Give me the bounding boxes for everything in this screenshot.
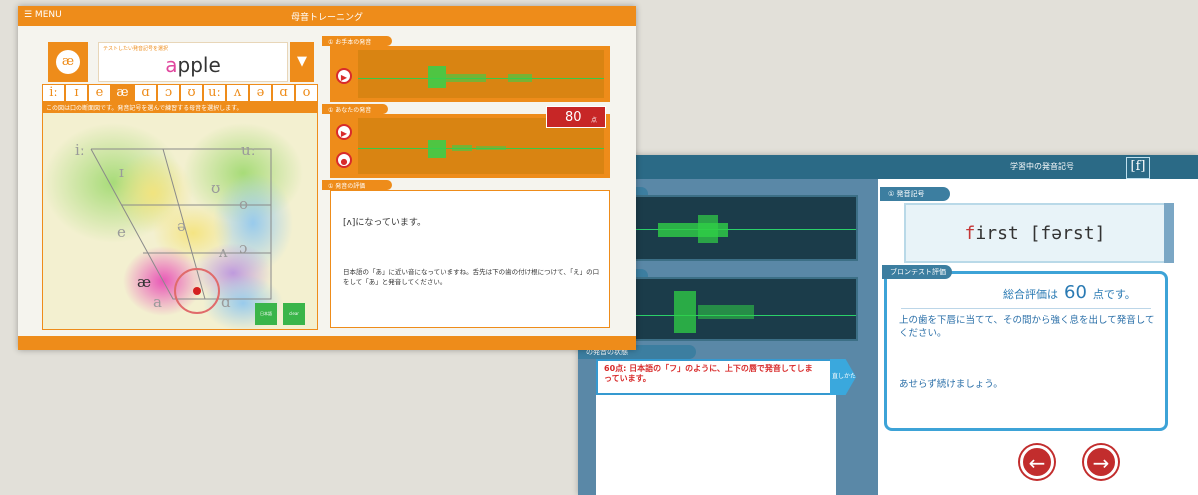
evaluation-box: 総合評価は 60 点です。 上の歯を下唇に当てて、その間から強く息を出して発音してく… <box>884 271 1168 431</box>
eval-section-header: ① 発音の評価 <box>322 180 392 190</box>
vowel-button[interactable]: ɪ <box>65 84 88 102</box>
overall-score: 総合評価は 60 点です。 <box>1003 282 1136 303</box>
status-feedback: 60点: 日本語の「フ」のように、上下の唇で発音してしまっています。 <box>596 359 834 395</box>
apple-icon: æ <box>48 42 88 82</box>
ipa-label: o <box>239 195 249 213</box>
ipa-label: ɔ <box>239 239 248 257</box>
vowel-button[interactable]: ɔ <box>157 84 180 102</box>
vowel-button[interactable]: uː <box>203 84 226 102</box>
footer-bar <box>18 336 636 350</box>
vowel-button[interactable]: e <box>88 84 111 102</box>
arrow-right-icon: → <box>1092 451 1110 475</box>
ipa-label: uː <box>241 141 256 159</box>
play-icon: ▶ <box>340 129 348 138</box>
eval-result: [ʌ]になっています。 <box>343 218 426 228</box>
page-title: 母音トレーニング <box>290 13 363 23</box>
model-waveform <box>358 50 604 98</box>
top-bar: 学習中の発音記号 [f] <box>578 155 1198 179</box>
vowel-button[interactable]: ʌ <box>226 84 249 102</box>
play-icon: ▶ <box>340 73 348 82</box>
vowel-button[interactable]: ʊ <box>180 84 203 102</box>
japanese-button[interactable]: 日本語 <box>255 303 277 325</box>
ipa-label: æ <box>137 273 152 291</box>
word-display: テストしたい発音記号を選択 apple <box>98 42 288 82</box>
current-symbol-label: 学習中の発音記号 <box>1010 162 1074 171</box>
vowel-button-selected[interactable]: æ <box>111 84 134 102</box>
vowel-button[interactable]: ɑ <box>272 84 295 102</box>
arrow-left-icon: ← <box>1028 451 1046 475</box>
word-sidebar <box>1164 203 1174 263</box>
ipa-label: ɪ <box>119 163 124 181</box>
play-model-button[interactable]: ▶ <box>336 68 352 84</box>
ipa-label: iː <box>75 141 85 159</box>
score-badge: 80 点 <box>546 106 606 128</box>
eval-detail: 日本語の「あ」に近い音になっていますね。舌先は下の歯の付け根につけて、「え」の口… <box>343 268 600 286</box>
vowel-button[interactable]: ə <box>249 84 272 102</box>
model-panel: ▶ <box>330 46 610 102</box>
consonant-training-screen: 学習中の発音記号 [f] 音 音 の発音の状態 60点: 日本語の「フ」のように… <box>578 155 1198 495</box>
chart-caption: この図は口の断面図です。発音記号を選んで練習する母音を選択します。 <box>42 102 318 112</box>
vowel-button[interactable]: o <box>295 84 318 102</box>
advice-text: 上の歯を下唇に当てて、その間から強く息を出して発音してください。 <box>899 315 1155 339</box>
ipa-label: e <box>117 223 126 241</box>
vowel-button[interactable]: ɑ <box>134 84 157 102</box>
model-section-header: ① お手本の発音 <box>322 36 392 46</box>
ipa-label: ə <box>177 217 186 235</box>
play-recording-button[interactable]: ▶ <box>336 124 352 140</box>
current-symbol: [f] <box>1126 157 1150 179</box>
word-display: first [fərst] <box>904 203 1166 263</box>
ipa-label: ʌ <box>219 243 228 261</box>
symbol-section-header: ① 発音記号 <box>880 187 950 201</box>
ipa-label: a <box>153 293 162 311</box>
record-button[interactable]: ● <box>336 152 352 168</box>
header-bar: ☰ MENU 母音トレーニング <box>18 6 636 26</box>
eval-section-header: ブロンテスト評価 <box>882 265 952 279</box>
word-dropdown[interactable]: ▼ <box>290 42 314 82</box>
encourage-text: あせらず続けましょう。 <box>899 379 1003 390</box>
microphone-icon: ● <box>340 157 348 166</box>
status-panel <box>596 395 836 495</box>
evaluation-panel: [ʌ]になっています。 日本語の「あ」に近い音になっていますね。舌先は下の歯の付… <box>330 190 610 328</box>
vowel-button[interactable]: iː <box>42 84 65 102</box>
next-button[interactable]: → <box>1084 445 1118 479</box>
ipa-label: ɑ <box>221 293 231 311</box>
vowel-training-screen: ☰ MENU 母音トレーニング æ テストしたい発音記号を選択 apple ▼ … <box>18 6 636 350</box>
back-button[interactable]: ← <box>1020 445 1054 479</box>
ipa-label: ʊ <box>211 179 221 197</box>
chevron-down-icon: ▼ <box>297 54 307 69</box>
clear-button[interactable]: clear <box>283 303 305 325</box>
vowel-chart[interactable]: iː ɪ uː ʊ o e ə ɔ æ ʌ a ɑ 日本語 clear <box>42 112 318 330</box>
vowel-selector: iː ɪ e æ ɑ ɔ ʊ uː ʌ ə ɑ o <box>42 84 318 102</box>
your-section-header: ① あなたの発音 <box>322 104 388 114</box>
